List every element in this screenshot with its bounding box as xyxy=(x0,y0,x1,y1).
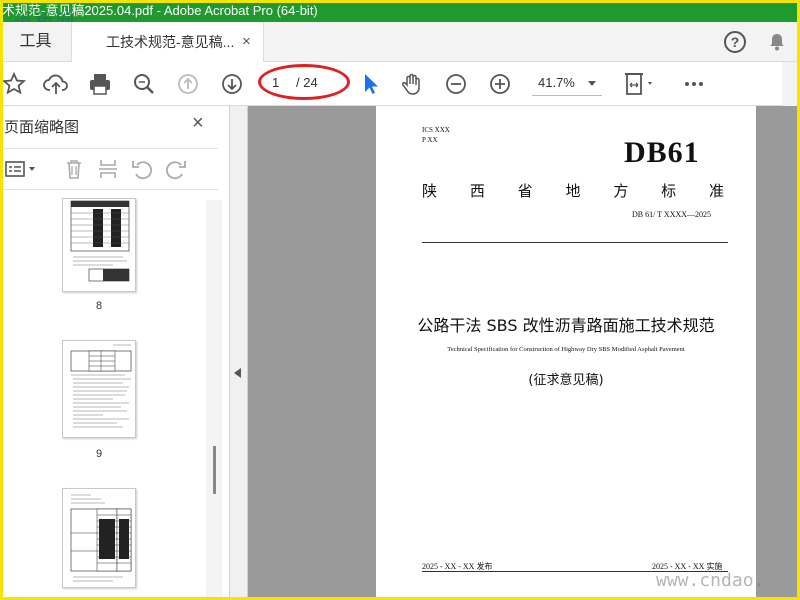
screenshot-frame xyxy=(0,0,800,600)
